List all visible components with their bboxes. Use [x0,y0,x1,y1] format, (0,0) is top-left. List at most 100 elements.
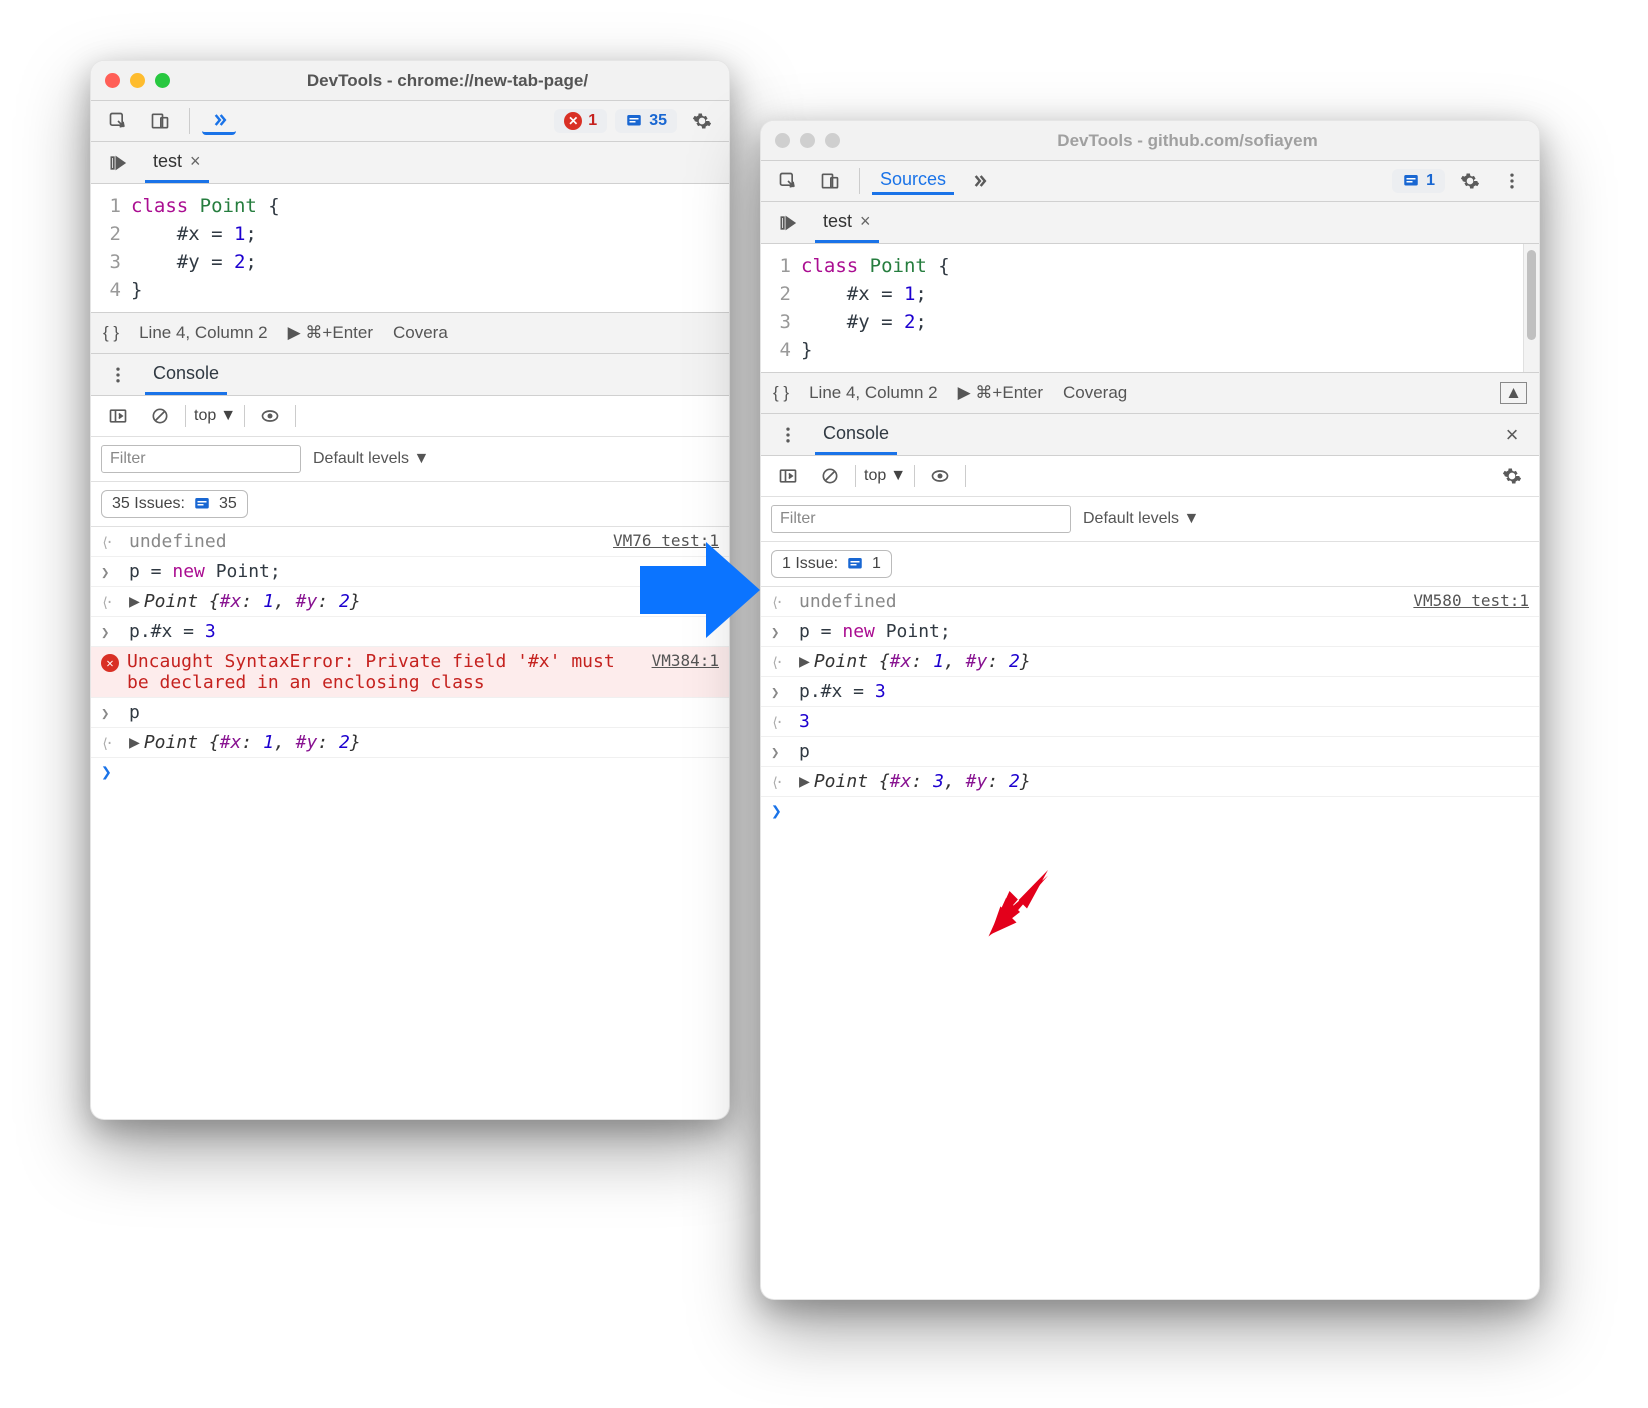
device-toggle-icon[interactable] [813,167,847,195]
window-title: DevTools - github.com/sofiayem [850,131,1525,151]
error-badge[interactable]: ✕1 [554,109,607,133]
inspect-icon[interactable] [101,107,135,135]
console-row: ▶Point {#x: 3, #y: 2} [761,767,1539,797]
resume-icon[interactable] [101,149,135,177]
titlebar: DevTools - chrome://new-tab-page/ [91,61,729,101]
line-gutter: 1234 [91,192,131,304]
log-levels[interactable]: Default levels ▼ [1083,510,1199,528]
sidebar-toggle-icon[interactable] [101,402,135,430]
traffic-lights [105,73,170,88]
filter-row: Filter Default levels ▼ [91,437,729,482]
format-icon[interactable]: { } [103,323,119,343]
console-row: ▶Point {#x: 1, #y: 2} [91,728,729,758]
devtools-window-left: DevTools - chrome://new-tab-page/ ✕1 35 … [90,60,730,1120]
drawer-tabs: Console × [761,414,1539,456]
console-settings-icon[interactable] [1495,462,1529,490]
console-row: p.#x = 3 [761,677,1539,707]
drawer-menu-icon[interactable] [771,421,805,449]
line-gutter: 1234 [761,252,801,364]
run-hint[interactable]: ▶ ⌘+Enter [288,323,373,343]
cursor-position: Line 4, Column 2 [139,323,268,343]
issues-chip[interactable]: 35 Issues: 35 [101,490,248,518]
console-row: p = new Point; [91,557,729,587]
issues-badge[interactable]: 1 [1392,169,1445,193]
traffic-lights [775,133,840,148]
tab-console[interactable]: Console [815,414,897,455]
live-expression-icon[interactable] [923,462,957,490]
clear-console-icon[interactable] [143,402,177,430]
close-icon[interactable] [105,73,120,88]
run-hint[interactable]: ▶ ⌘+Enter [958,383,1043,403]
close-tab-icon[interactable]: × [190,151,201,172]
coverage-link[interactable]: Coverag [1063,383,1127,403]
console-row: ▶Point {#x: 1, #y: 2} [761,647,1539,677]
more-tabs-icon[interactable] [962,167,996,195]
clear-console-icon[interactable] [813,462,847,490]
sidebar-toggle-icon[interactable] [771,462,805,490]
filter-input[interactable]: Filter [771,505,1071,533]
annotation-pointer-icon [985,870,1055,940]
settings-icon[interactable] [1453,167,1487,195]
console-toolbar: top ▼ [91,396,729,437]
snippet-tabbar: test× [91,142,729,184]
console-row: ▶Point {#x: 1, #y: 2} [91,587,729,617]
code-editor[interactable]: 1234 class Point { #x = 1; #y = 2; } [91,184,729,312]
tab-console[interactable]: Console [145,354,227,395]
coverage-link[interactable]: Covera [393,323,448,343]
minimize-icon[interactable] [800,133,815,148]
close-tab-icon[interactable]: × [860,211,871,232]
issues-count: 1 [1426,172,1435,190]
console-body: undefinedVM580 test:1 p = new Point; ▶Po… [761,587,1539,1299]
filter-row: Filter Default levels ▼ [761,497,1539,542]
more-tabs-icon[interactable] [202,107,236,135]
device-toggle-icon[interactable] [143,107,177,135]
issues-row: 35 Issues: 35 [91,482,729,527]
close-drawer-icon[interactable]: × [1495,421,1529,449]
main-toolbar: ✕1 35 [91,101,729,142]
console-toolbar: top ▼ [761,456,1539,497]
tab-test[interactable]: test× [815,202,879,243]
console-row-error: ✕Uncaught SyntaxError: Private field '#x… [91,647,729,698]
console-row: p.#x = 3 [91,617,729,647]
source-link[interactable]: VM580 test:1 [1413,591,1529,610]
editor-scrollbar[interactable] [1523,244,1539,372]
log-levels[interactable]: Default levels ▼ [313,450,429,468]
cursor-position: Line 4, Column 2 [809,383,938,403]
settings-icon[interactable] [685,107,719,135]
drawer-tabs: Console [91,354,729,396]
more-menu-icon[interactable] [1495,167,1529,195]
code-content: class Point { #x = 1; #y = 2; } [131,192,729,304]
code-editor[interactable]: 1234 class Point { #x = 1; #y = 2; } [761,244,1523,372]
console-prompt[interactable]: ❯ [761,797,1539,826]
maximize-icon[interactable] [825,133,840,148]
console-row: p [91,698,729,728]
drawer-menu-icon[interactable] [101,361,135,389]
error-icon: ✕ [101,654,119,672]
inspect-icon[interactable] [771,167,805,195]
tab-sources[interactable]: Sources [872,167,954,195]
format-icon[interactable]: { } [773,383,789,403]
issues-badge[interactable]: 35 [615,109,677,133]
maximize-icon[interactable] [155,73,170,88]
minimize-icon[interactable] [130,73,145,88]
devtools-window-right: DevTools - github.com/sofiayem Sources 1… [760,120,1540,1300]
console-row: undefinedVM580 test:1 [761,587,1539,617]
filter-input[interactable]: Filter [101,445,301,473]
console-body: undefinedVM76 test:1 p = new Point; ▶Poi… [91,527,729,1119]
console-row: undefinedVM76 test:1 [91,527,729,557]
resume-icon[interactable] [771,209,805,237]
editor-statusbar: { } Line 4, Column 2 ▶ ⌘+Enter Covera [91,312,729,354]
console-prompt[interactable]: ❯ [91,758,729,787]
live-expression-icon[interactable] [253,402,287,430]
console-row: 3 [761,707,1539,737]
collapse-icon[interactable]: ▲ [1500,382,1527,404]
annotation-arrow-icon [640,530,760,650]
context-selector[interactable]: top ▼ [194,407,236,425]
source-link[interactable]: VM384:1 [652,651,719,670]
context-selector[interactable]: top ▼ [864,467,906,485]
issues-chip[interactable]: 1 Issue: 1 [771,550,892,578]
tab-test[interactable]: test× [145,142,209,183]
main-toolbar: Sources 1 [761,161,1539,202]
close-icon[interactable] [775,133,790,148]
issues-count: 35 [649,112,667,130]
